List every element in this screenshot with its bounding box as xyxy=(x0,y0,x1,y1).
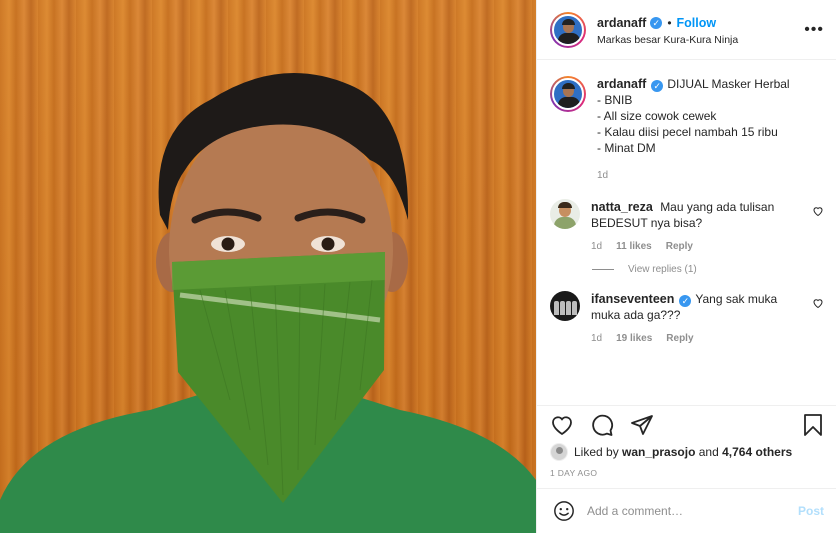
action-icons xyxy=(550,410,824,440)
caption-username[interactable]: ardanaff xyxy=(597,77,646,91)
post-comment-button[interactable]: Post xyxy=(798,504,824,518)
reply-button[interactable]: Reply xyxy=(666,333,693,344)
author-username[interactable]: ardanaff xyxy=(597,16,646,30)
instagram-post: ardanaff ✓ • Follow Markas besar Kura-Ku… xyxy=(0,0,836,533)
follow-button[interactable]: Follow xyxy=(677,16,717,30)
comment-like-heart-icon[interactable] xyxy=(812,205,824,217)
comment-likes[interactable]: 11 likes xyxy=(616,241,652,252)
comment-time[interactable]: 1d xyxy=(591,333,602,344)
post-actions: Liked by wan_prasojo and 4,764 others 1 … xyxy=(537,405,836,488)
comment-username[interactable]: ifanseventeen xyxy=(591,292,674,306)
caption-time[interactable]: 1d xyxy=(597,170,608,181)
caption-avatar[interactable] xyxy=(550,76,586,112)
comments-section: ardanaff ✓ DIJUAL Masker Herbal - BNIB - A… xyxy=(537,60,836,405)
liker-username[interactable]: wan_prasojo xyxy=(622,445,695,459)
post-header: ardanaff ✓ • Follow Markas besar Kura-Ku… xyxy=(537,0,836,60)
bookmark-icon[interactable] xyxy=(802,413,824,437)
post-location[interactable]: Markas besar Kura-Kura Ninja xyxy=(597,34,738,46)
likes-count[interactable]: 4,764 others xyxy=(722,445,792,459)
likes-summary: Liked by wan_prasojo and 4,764 others xyxy=(550,440,824,464)
comment-time[interactable]: 1d xyxy=(591,241,602,252)
reply-button[interactable]: Reply xyxy=(666,241,693,252)
separator-dot: • xyxy=(667,15,672,30)
comment-icon[interactable] xyxy=(590,413,614,437)
left-pupil xyxy=(221,237,235,251)
post-photo[interactable] xyxy=(0,0,536,533)
comment-like-heart-icon[interactable] xyxy=(812,297,824,309)
liker-avatar[interactable] xyxy=(550,443,568,461)
commenter-avatar[interactable] xyxy=(550,199,580,229)
view-replies-label: View replies (1) xyxy=(628,264,697,275)
commenter-avatar[interactable] xyxy=(550,291,580,321)
comment-item: ifanseventeen ✓ Yang sak muka muka ada ga?… xyxy=(550,291,824,344)
replies-divider xyxy=(592,269,614,270)
add-comment-bar: Post xyxy=(537,488,836,533)
share-icon[interactable] xyxy=(630,413,654,437)
comment-username[interactable]: natta_reza xyxy=(591,200,653,214)
likes-prefix: Liked by xyxy=(574,445,619,459)
comment-item: natta_reza Mau yang ada tulisan BEDESUT … xyxy=(550,199,824,252)
photo-illustration xyxy=(0,73,536,533)
verified-icon: ✓ xyxy=(651,80,664,92)
heart-icon[interactable] xyxy=(550,413,574,437)
post-timestamp[interactable]: 1 DAY AGO xyxy=(550,464,824,488)
right-pupil xyxy=(321,237,335,251)
verified-icon: ✓ xyxy=(679,295,692,307)
likes-middle: and xyxy=(698,445,719,459)
verified-icon: ✓ xyxy=(650,16,663,29)
caption: ardanaff ✓ DIJUAL Masker Herbal - BNIB - A… xyxy=(550,76,824,181)
view-replies-button[interactable]: View replies (1) xyxy=(592,264,824,275)
more-options-icon[interactable]: ••• xyxy=(804,21,824,39)
comment-likes[interactable]: 19 likes xyxy=(616,333,652,344)
comment-input[interactable] xyxy=(587,504,798,518)
author-avatar[interactable] xyxy=(550,11,586,48)
author-meta: ardanaff ✓ • Follow Markas besar Kura-Ku… xyxy=(597,14,738,46)
post-side-panel: ardanaff ✓ • Follow Markas besar Kura-Ku… xyxy=(536,0,836,533)
emoji-icon[interactable] xyxy=(553,500,575,522)
